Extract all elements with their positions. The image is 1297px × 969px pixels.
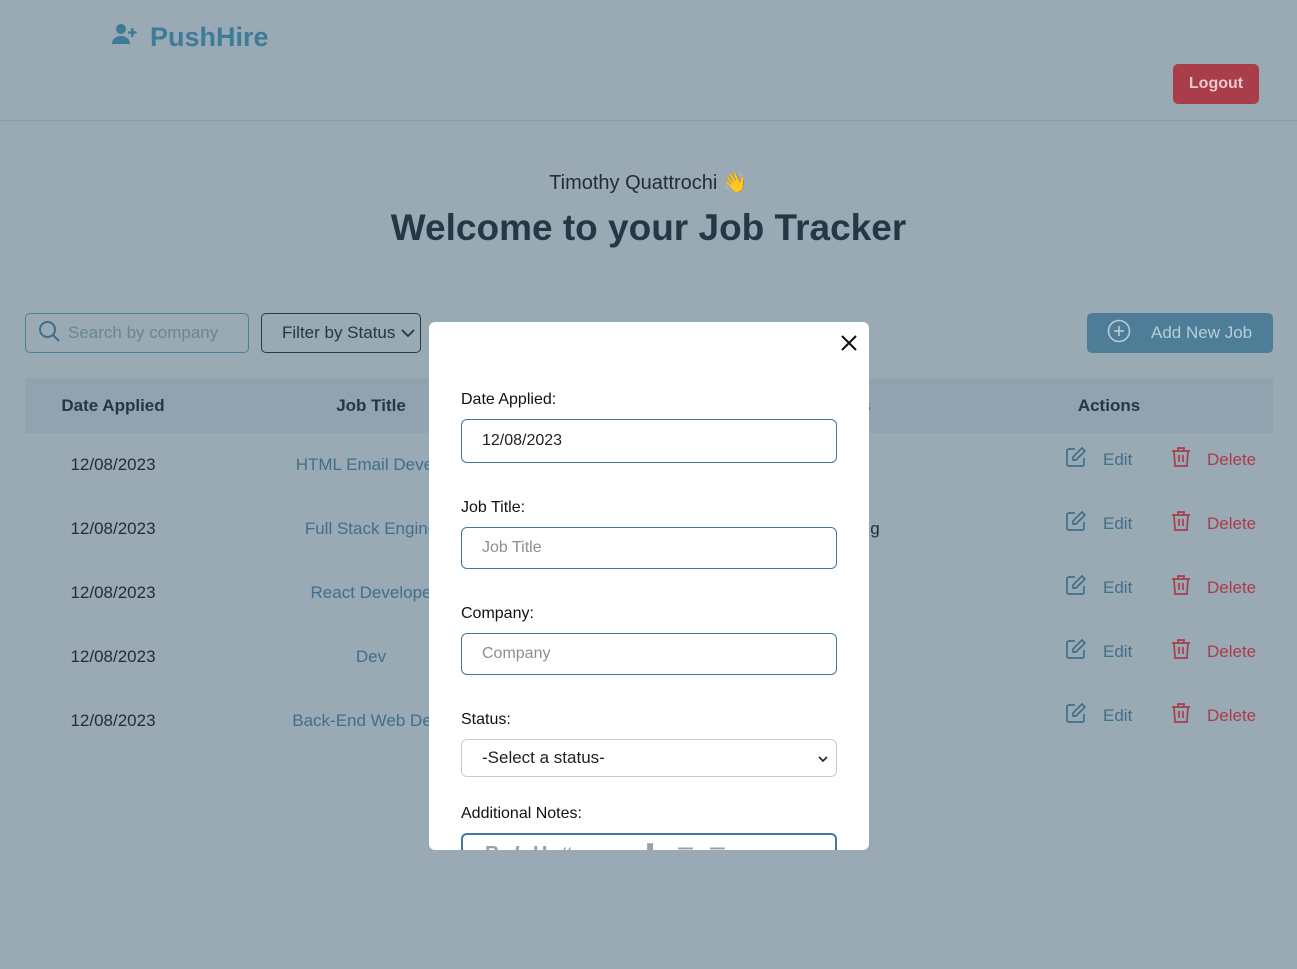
logout-button[interactable]: Logout <box>1173 64 1259 104</box>
add-user-icon <box>112 21 138 54</box>
ordered-list-icon[interactable]: ☰ <box>677 843 695 850</box>
date-applied-label: Date Applied: <box>461 391 557 408</box>
delete-button[interactable]: Delete <box>1171 638 1256 665</box>
edit-icon <box>1065 574 1087 601</box>
delete-button[interactable]: Delete <box>1171 702 1256 729</box>
date-cell: 12/08/2023 <box>70 647 156 666</box>
edit-button[interactable]: Edit <box>1065 574 1132 601</box>
delete-label: Delete <box>1207 705 1257 725</box>
bold-icon[interactable]: B <box>485 843 499 850</box>
italic-icon[interactable]: I <box>513 843 519 850</box>
company-label: Company: <box>461 605 534 622</box>
brand-name: PushHire <box>150 21 269 52</box>
date-applied-field[interactable] <box>461 419 837 463</box>
status-select[interactable]: -Select a status- <box>461 739 837 777</box>
date-cell: 12/08/2023 <box>70 455 156 474</box>
page-title: Welcome to your Job Tracker <box>390 207 907 248</box>
brand-logo[interactable]: PushHire <box>112 20 269 54</box>
edit-icon <box>1065 510 1087 537</box>
delete-button[interactable]: Delete <box>1171 510 1256 537</box>
edit-label: Edit <box>1103 577 1133 597</box>
edit-label: Edit <box>1103 641 1133 661</box>
job-title-field[interactable] <box>461 527 837 569</box>
quote-icon[interactable]: ❝ <box>561 843 573 850</box>
heading-icon[interactable]: H <box>533 843 547 850</box>
status-select-value: -Select a status- <box>482 748 605 767</box>
edit-icon <box>1065 446 1087 473</box>
add-new-job-label: Add New Job <box>1151 323 1253 342</box>
company-field[interactable] <box>461 633 837 675</box>
trash-icon <box>1171 702 1191 729</box>
search-icon <box>38 320 60 347</box>
additional-notes-label: Additional Notes: <box>461 805 582 822</box>
edit-label: Edit <box>1103 449 1133 469</box>
edit-icon <box>1065 702 1087 729</box>
column-header-actions: Actions <box>1077 396 1141 415</box>
add-new-job-button[interactable]: Add New Job <box>1087 313 1273 353</box>
plus-circle-icon <box>1107 319 1131 348</box>
unordered-list-icon[interactable]: ☰ <box>709 843 727 850</box>
job-title-label: Job Title: <box>461 499 526 516</box>
edit-button[interactable]: Edit <box>1065 702 1132 729</box>
edit-button[interactable]: Edit <box>1065 638 1132 665</box>
filter-status-dropdown[interactable]: Filter by Status <box>261 313 421 353</box>
delete-label: Delete <box>1207 641 1257 661</box>
date-cell: 12/08/2023 <box>70 711 156 730</box>
trash-icon <box>1171 574 1191 601</box>
user-greeting: Timothy Quattrochi 👋 <box>549 172 748 194</box>
delete-button[interactable]: Delete <box>1171 446 1256 473</box>
edit-button[interactable]: Edit <box>1065 446 1132 473</box>
column-header-date[interactable]: Date Applied <box>25 378 201 433</box>
trash-icon <box>1171 638 1191 665</box>
edit-icon <box>1065 638 1087 665</box>
edit-button[interactable]: Edit <box>1065 510 1132 537</box>
trash-icon <box>1171 446 1191 473</box>
close-icon[interactable] <box>839 333 859 353</box>
date-cell: 12/08/2023 <box>70 583 156 602</box>
add-job-modal: Date Applied: Job Title: Company: Status… <box>429 322 869 850</box>
notes-editor[interactable]: B I H ❝ ▍ ☰ ☰ <box>461 833 837 850</box>
chevron-down-icon <box>818 748 828 768</box>
chevron-down-icon <box>401 323 416 343</box>
edit-label: Edit <box>1103 705 1133 725</box>
top-navbar: PushHire Logout <box>0 0 1297 121</box>
delete-button[interactable]: Delete <box>1171 574 1256 601</box>
search-input[interactable] <box>68 323 238 343</box>
search-box[interactable] <box>25 313 249 353</box>
delete-label: Delete <box>1207 577 1257 597</box>
status-label: Status: <box>461 711 511 728</box>
delete-label: Delete <box>1207 449 1257 469</box>
date-cell: 12/08/2023 <box>70 519 156 538</box>
editor-toolbar: B I H ❝ ▍ ☰ ☰ <box>485 843 726 850</box>
code-icon[interactable]: ▍ <box>647 843 662 850</box>
trash-icon <box>1171 510 1191 537</box>
edit-label: Edit <box>1103 513 1133 533</box>
filter-label: Filter by Status <box>282 323 396 342</box>
delete-label: Delete <box>1207 513 1257 533</box>
